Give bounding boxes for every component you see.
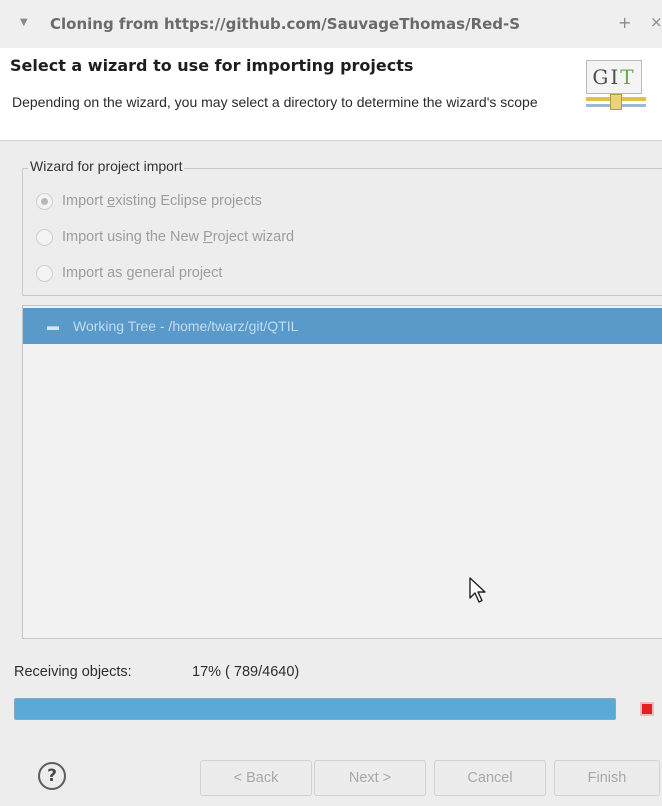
progress-bar [14,698,616,720]
close-icon[interactable]: × [650,13,662,31]
radio-label-mnemonic: P [203,229,213,245]
progress-bar-fill [15,699,615,719]
back-button[interactable]: < Back [200,760,312,796]
radio-import-new-project-wizard[interactable]: Import using the New Project wizard [36,226,294,248]
radio-label: Import as general project [62,265,222,281]
radio-import-general-project[interactable]: Import as general project [36,262,222,284]
radio-unselected-icon[interactable] [36,228,53,246]
radio-label: Import using the New Project wizard [62,229,294,245]
wizard-header: Select a wizard to use for importing pro… [0,48,662,140]
cancel-button[interactable]: Cancel [434,760,546,796]
window-title: Cloning from https://github.com/SauvageT… [50,15,521,33]
stop-icon[interactable] [640,702,654,716]
window-title-bar: ▼ Cloning from https://github.com/Sauvag… [0,0,662,52]
radio-label-mnemonic: e [107,193,116,209]
tree-item-working-tree[interactable]: ▬ Working Tree - /home/twarz/git/QTIL [23,308,662,344]
mouse-cursor-icon [469,577,486,603]
git-logo-knob [610,94,622,110]
help-icon[interactable]: ? [38,762,66,790]
git-logo-icon: GIT [586,60,650,120]
header-separator [0,140,662,141]
working-tree-list[interactable]: ▬ Working Tree - /home/twarz/git/QTIL [22,305,662,639]
new-tab-icon[interactable]: + [618,13,631,32]
radio-label-part: roject wizard [212,229,295,245]
finish-button[interactable]: Finish [554,760,660,796]
radio-unselected-icon[interactable] [36,264,53,282]
radio-label-part: xisting Eclipse projects [115,193,262,209]
progress-label: Receiving objects: [14,664,132,680]
git-logo-letter-t: T [620,65,636,89]
radio-label-part: Import as [62,265,127,281]
radio-selected-icon[interactable] [36,192,53,210]
window-menu-arrow-icon[interactable]: ▼ [20,17,28,28]
git-logo-box: GIT [586,60,642,94]
tree-item-label: Working Tree - /home/twarz/git/QTIL [73,318,299,334]
progress-value: 17% ( 789/4640) [192,664,300,680]
folder-icon: ▬ [47,319,59,333]
radio-label-part: eneral project [134,265,223,281]
wizard-heading: Select a wizard to use for importing pro… [10,56,414,75]
git-logo-letter-g: G [592,65,611,89]
radio-label-mnemonic: g [126,265,135,281]
next-button[interactable]: Next > [314,760,426,796]
wizard-group-label: Wizard for project import [28,158,185,174]
wizard-description: Depending on the wizard, you may select … [12,94,538,110]
git-logo-letter-i: I [610,65,621,89]
radio-label-part: Import [62,193,108,209]
title-fade [520,0,590,52]
radio-import-existing-eclipse-projects[interactable]: Import existing Eclipse projects [36,190,262,212]
radio-label: Import existing Eclipse projects [62,193,262,209]
radio-label-part: Import using the New [62,229,204,245]
